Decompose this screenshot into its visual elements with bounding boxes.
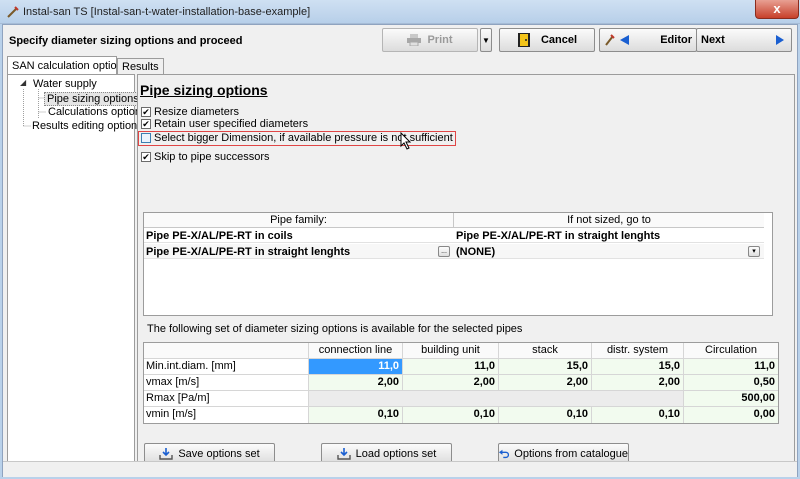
checkbox-unchecked-icon	[141, 133, 151, 143]
load-icon	[336, 448, 351, 460]
checkbox-checked-icon: ✔	[141, 152, 151, 162]
resize-diameters-checkbox[interactable]: ✔ Resize diameters	[141, 106, 239, 118]
title-bar: Instal-san TS [Instal-san-t-water-instal…	[0, 0, 800, 24]
column-header-circulation: Circulation	[684, 343, 778, 359]
pipe-family-cell[interactable]: Pipe PE-X/AL/PE-RT in straight lenghts	[144, 245, 350, 260]
column-header-building-unit: building unit	[403, 343, 499, 359]
checkbox-label: Retain user specified diameters	[154, 118, 309, 130]
value-cell[interactable]: 0,10	[309, 407, 403, 423]
value-cell[interactable]: 2,00	[309, 375, 403, 391]
column-header-pipe-family: Pipe family:	[144, 213, 454, 228]
value-cell	[309, 391, 403, 407]
column-header-connection-line: connection line	[309, 343, 403, 359]
toolbar: Specify diameter sizing options and proc…	[3, 25, 797, 55]
row-label: Rmax [Pa/m]	[144, 391, 309, 407]
value-cell[interactable]: 11,0	[684, 359, 778, 375]
editor-button[interactable]: Editor	[599, 28, 697, 52]
pipe-family-cell[interactable]: Pipe PE-X/AL/PE-RT in coils	[144, 229, 293, 244]
mouse-cursor-icon	[400, 132, 412, 150]
next-family-select[interactable]: (NONE)	[454, 245, 495, 260]
value-cell[interactable]: 15,0	[499, 359, 592, 375]
printer-icon	[407, 34, 422, 46]
chevron-down-icon[interactable]: ▾	[748, 246, 760, 257]
sizing-options-table: connection line building unit stack dist…	[143, 342, 779, 424]
value-cell[interactable]: 0,00	[684, 407, 778, 423]
value-cell[interactable]: 0,10	[499, 407, 592, 423]
row-label: Min.int.diam. [mm]	[144, 359, 309, 375]
tree-item-calculations-options[interactable]: Calculations options	[48, 106, 146, 118]
checkbox-checked-icon: ✔	[141, 107, 151, 117]
value-cell[interactable]: 0,50	[684, 375, 778, 391]
status-bar	[3, 461, 797, 477]
checkbox-label: Skip to pipe successors	[154, 151, 270, 163]
close-icon: x	[773, 1, 781, 16]
value-cell[interactable]: 0,10	[592, 407, 684, 423]
editor-label: Editor	[660, 34, 692, 46]
print-button[interactable]: Print	[382, 28, 478, 52]
value-cell[interactable]: 11,0	[309, 359, 403, 375]
pipe-family-table: Pipe family: If not sized, go to Pipe PE…	[143, 212, 773, 316]
value-cell[interactable]: 2,00	[592, 375, 684, 391]
value-cell	[499, 391, 592, 407]
value-cell	[403, 391, 499, 407]
next-label: Next	[701, 34, 725, 46]
value-cell[interactable]: 2,00	[403, 375, 499, 391]
skip-to-pipe-successors-checkbox[interactable]: ✔ Skip to pipe successors	[141, 151, 270, 163]
options-panel: Pipe sizing options ✔ Resize diameters ✔…	[137, 74, 795, 465]
tab-san-calculation-options[interactable]: SAN calculation options	[7, 56, 128, 75]
tab-results[interactable]: Results	[117, 58, 164, 74]
value-cell[interactable]: 15,0	[592, 359, 684, 375]
save-label: Save options set	[178, 448, 260, 460]
row-label: vmax [m/s]	[144, 375, 309, 391]
tree-item-pipe-sizing-options[interactable]: Pipe sizing options	[44, 92, 142, 106]
collapse-arrow-icon[interactable]: ◢	[20, 78, 26, 87]
checkbox-checked-icon: ✔	[141, 119, 151, 129]
value-cell	[592, 391, 684, 407]
column-header-stack: stack	[499, 343, 592, 359]
options-tree: ◢ Water supply Pipe sizing options Calcu…	[7, 74, 146, 462]
tree-item-results-editing-options[interactable]: Results editing options	[32, 120, 143, 132]
column-header-if-not-sized: If not sized, go to	[454, 213, 764, 228]
section-title: Pipe sizing options	[140, 82, 268, 98]
cancel-button[interactable]: Cancel	[499, 28, 595, 52]
close-window-button[interactable]: x	[755, 0, 799, 19]
next-button[interactable]: Next	[696, 28, 792, 52]
main-window: Specify diameter sizing options and proc…	[2, 24, 798, 477]
print-label: Print	[427, 34, 453, 46]
app-icon	[7, 6, 19, 18]
value-cell[interactable]: 500,00	[684, 391, 778, 407]
options-note: The following set of diameter sizing opt…	[147, 323, 523, 335]
browse-button[interactable]: ...	[438, 246, 450, 257]
next-family-cell[interactable]: Pipe PE-X/AL/PE-RT in straight lenghts	[454, 229, 660, 244]
door-exit-icon	[517, 33, 530, 47]
back-to-editor-icon	[605, 34, 629, 46]
catalogue-label: Options from catalogue	[514, 448, 628, 460]
load-label: Load options set	[355, 448, 437, 460]
tab-label: Results	[122, 61, 159, 73]
page-heading: Specify diameter sizing options and proc…	[9, 35, 243, 47]
cancel-label: Cancel	[540, 34, 578, 46]
column-header-blank	[144, 343, 309, 359]
row-label: vmin [m/s]	[144, 407, 309, 423]
undo-arrow-icon	[499, 449, 510, 459]
retain-diameters-checkbox[interactable]: ✔ Retain user specified diameters	[141, 118, 308, 130]
save-icon	[159, 448, 174, 460]
arrow-right-icon	[776, 35, 784, 45]
checkbox-label: Resize diameters	[154, 106, 239, 118]
tree-item-water-supply[interactable]: Water supply	[33, 78, 97, 90]
print-options-dropdown[interactable]: ▼	[480, 28, 492, 52]
column-header-distr-system: distr. system	[592, 343, 684, 359]
tab-label: SAN calculation options	[12, 60, 129, 72]
value-cell[interactable]: 0,10	[403, 407, 499, 423]
window-title: Instal-san TS [Instal-san-t-water-instal…	[23, 6, 311, 18]
value-cell[interactable]: 11,0	[403, 359, 499, 375]
value-cell[interactable]: 2,00	[499, 375, 592, 391]
chevron-down-icon: ▼	[482, 35, 490, 45]
